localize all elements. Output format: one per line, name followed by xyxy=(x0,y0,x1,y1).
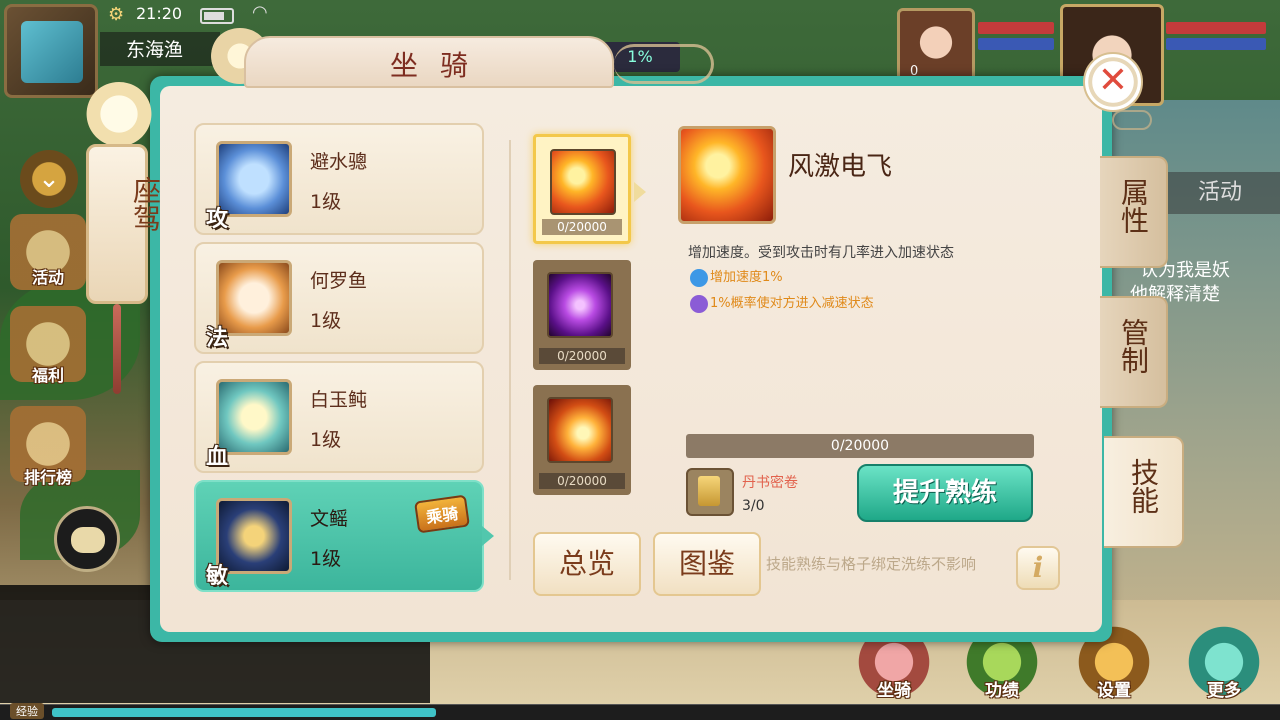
divider xyxy=(509,140,511,580)
mount-type: 血 xyxy=(206,445,229,470)
skill-progress: 0/20000 xyxy=(542,219,622,235)
chat-bubble-icon[interactable] xyxy=(54,506,120,572)
skill-slot-selected[interactable]: 0/20000 xyxy=(533,134,631,244)
slow-icon xyxy=(690,294,708,313)
exp-label: 经验 xyxy=(10,703,44,719)
skill-effect: 1%概率使对方进入减速状态 xyxy=(690,292,874,313)
mount-level: 1级 xyxy=(310,548,342,570)
bottom-menu-label: 功绩 xyxy=(985,681,1019,701)
riding-badge: 乘骑 xyxy=(414,494,470,534)
mount-list-item[interactable]: 白玉鲀 1级 血 xyxy=(194,361,484,473)
skill-name: 风激电飞 xyxy=(788,152,893,182)
side-menu-label: 活动 xyxy=(31,268,64,287)
mp-bar xyxy=(978,38,1054,50)
skill-slot[interactable]: 0/20000 xyxy=(533,385,631,495)
side-menu-label: 福利 xyxy=(31,366,64,385)
mount-list-item[interactable]: 何罗鱼 1级 法 xyxy=(194,242,484,354)
mount-level: 1级 xyxy=(310,310,342,332)
item-count: 3/0 xyxy=(742,498,765,514)
hp-bar xyxy=(978,22,1054,34)
exp-fill xyxy=(52,708,436,717)
tab-skills[interactable]: 技能 xyxy=(1104,436,1184,548)
mount-name: 何罗鱼 xyxy=(310,270,368,292)
horse-rider-icon xyxy=(86,82,152,146)
mount-name: 避水骢 xyxy=(310,151,368,173)
overview-button[interactable]: 总览 xyxy=(533,532,641,596)
lightning-skill-icon xyxy=(678,126,776,224)
skill-effect-text: 1%概率使对方进入减速状态 xyxy=(710,296,874,311)
speed-icon xyxy=(690,268,708,287)
mount-type: 敏 xyxy=(206,564,229,589)
mount-list-item-selected[interactable]: 文鳐 1级 敏 乘骑 xyxy=(194,480,494,592)
map-name: 东海渔 xyxy=(126,39,184,61)
skill-effect-text: 增加速度1% xyxy=(710,270,783,285)
flame-skill-icon xyxy=(547,397,613,463)
selection-arrow-icon xyxy=(634,182,646,202)
skill-progress: 0/20000 xyxy=(539,348,625,364)
wifi-icon: ◠ xyxy=(252,2,268,23)
side-menu-label: 排行榜 xyxy=(23,468,72,487)
mount-name: 白玉鲀 xyxy=(310,389,368,411)
tab-label: 管制 xyxy=(1117,318,1150,374)
scroll-item-icon[interactable] xyxy=(686,468,734,516)
chevron-down-icon[interactable]: ⌄ xyxy=(20,150,78,208)
gear-icon[interactable]: ⚙ xyxy=(108,4,124,25)
status-time: 21:20 xyxy=(136,4,183,23)
lightning-skill-icon xyxy=(550,149,616,215)
exp-bar xyxy=(0,704,1280,720)
side-tag-label: 座驾 xyxy=(129,176,162,232)
player-bars xyxy=(1166,22,1266,54)
close-button[interactable]: ✕ xyxy=(1083,52,1143,112)
close-ornament xyxy=(1112,110,1152,130)
dialog-title: 坐骑 xyxy=(389,49,490,82)
info-button[interactable]: i xyxy=(1016,546,1060,590)
mount-name: 文鳐 xyxy=(310,508,349,530)
bottom-menu-label: 更多 xyxy=(1207,681,1241,701)
bottom-menu-label: 坐骑 xyxy=(877,681,911,701)
skill-effect: 增加速度1% xyxy=(690,266,783,287)
bottom-menu-label: 设置 xyxy=(1097,681,1131,701)
mp-bar xyxy=(1166,38,1266,50)
minimap-button[interactable] xyxy=(4,4,98,98)
skill-progress: 0/20000 xyxy=(539,473,625,489)
teammate-avatar[interactable]: 0 xyxy=(897,8,975,84)
map-scroll-icon xyxy=(21,21,83,83)
hp-bar xyxy=(1166,22,1266,34)
tab-attributes[interactable]: 属性 xyxy=(1100,156,1168,268)
skill-slot[interactable]: 0/20000 xyxy=(533,260,631,370)
mount-type: 法 xyxy=(206,326,229,351)
proficiency-text: 0/20000 xyxy=(830,438,890,454)
upgrade-proficiency-button[interactable]: 提升熟练 xyxy=(857,464,1033,522)
vortex-skill-icon xyxy=(547,272,613,338)
mount-level: 1级 xyxy=(310,191,342,213)
skill-description: 增加速度。受到攻击时有几率进入加速状态 xyxy=(688,245,954,261)
handbook-button[interactable]: 图鉴 xyxy=(653,532,761,596)
tab-label: 属性 xyxy=(1117,178,1150,234)
tassel-ornament xyxy=(113,304,121,394)
teammate-bars xyxy=(978,22,1054,54)
cloud-ornament-icon xyxy=(614,44,714,84)
mount-type: 攻 xyxy=(206,207,229,232)
mount-list-item[interactable]: 避水骢 1级 攻 xyxy=(194,123,484,235)
battery-icon xyxy=(200,8,234,24)
item-name: 丹书密卷 xyxy=(742,475,798,491)
note-text: 技能熟练与格子绑定洗练不影响 xyxy=(766,555,977,573)
tab-label: 技能 xyxy=(1127,458,1160,514)
activity-panel-title[interactable]: 活动 xyxy=(1160,172,1280,214)
mount-level: 1级 xyxy=(310,429,342,451)
tab-control[interactable]: 管制 xyxy=(1100,296,1168,408)
